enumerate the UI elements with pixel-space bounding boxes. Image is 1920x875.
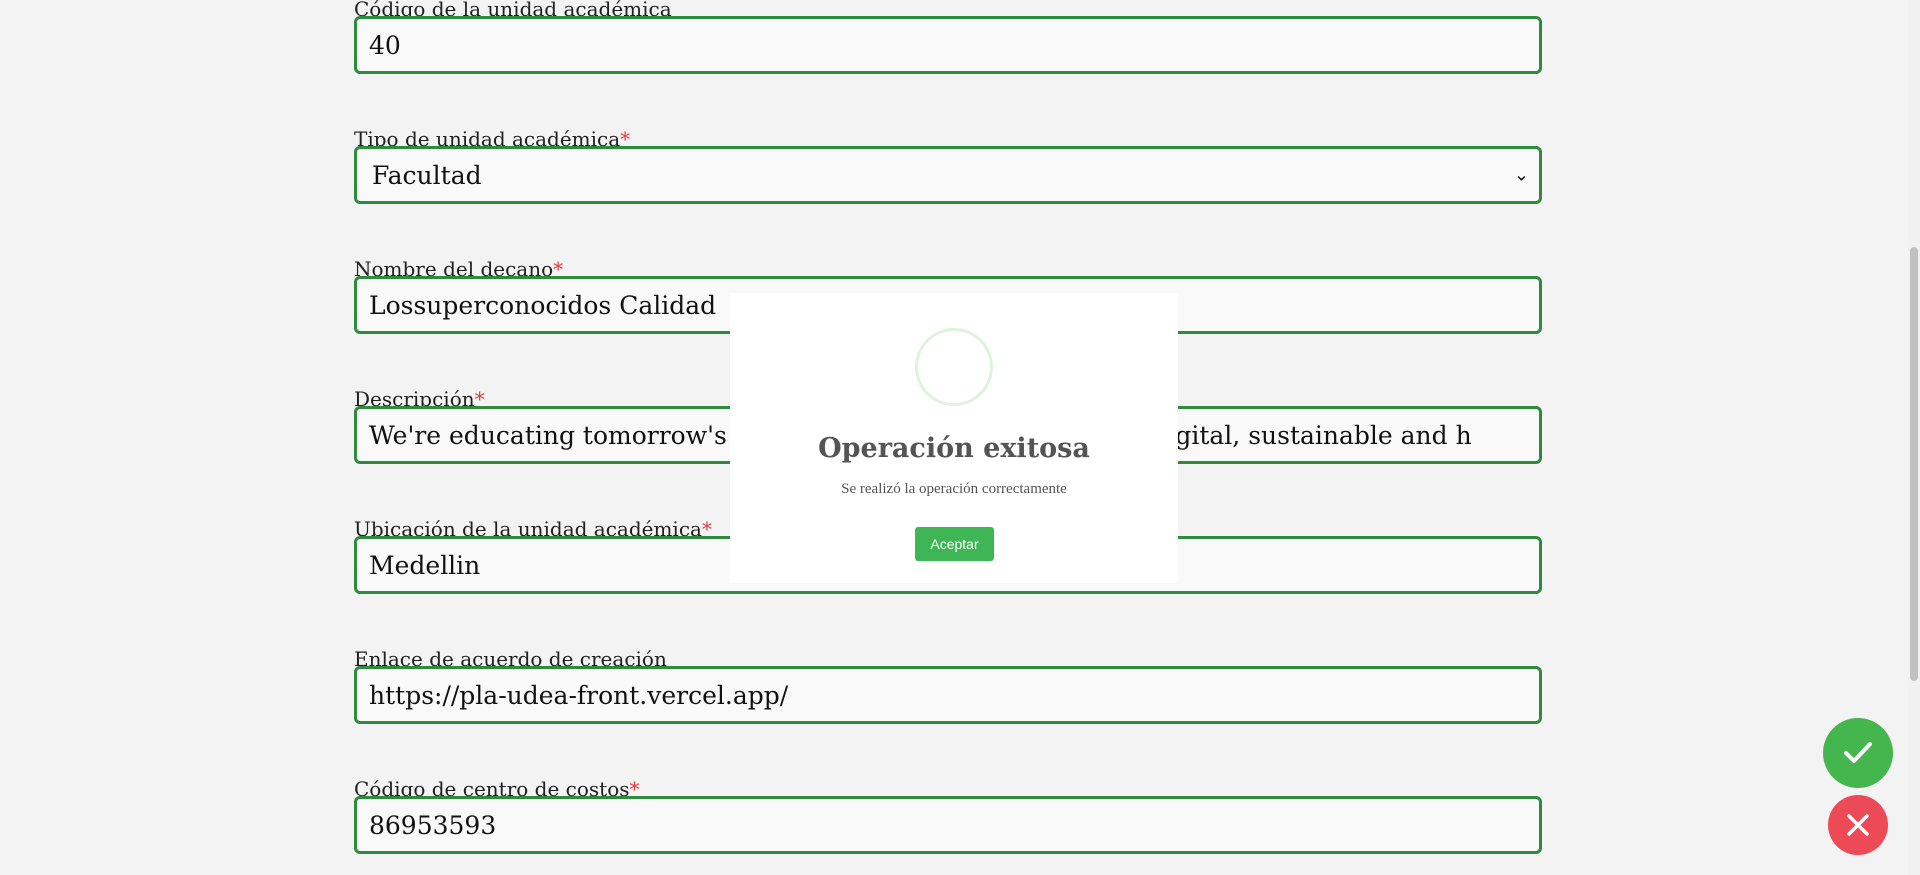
modal-title: Operación exitosa <box>818 433 1090 464</box>
confirm-button[interactable] <box>1823 718 1893 788</box>
close-icon <box>1847 814 1869 836</box>
scrollbar-track[interactable] <box>1908 0 1920 875</box>
accept-button[interactable]: Aceptar <box>915 527 994 561</box>
check-icon <box>1844 742 1872 763</box>
success-circle-icon <box>915 328 993 406</box>
field-codigo-unidad: Código de la unidad académica 40 <box>354 0 1542 100</box>
modal-message: Se realizó la operación correctamente <box>841 481 1067 497</box>
success-modal: Operación exitosa Se realizó la operació… <box>730 293 1178 583</box>
cancel-button[interactable] <box>1828 795 1888 855</box>
scrollbar-thumb[interactable] <box>1910 247 1918 681</box>
field-enlace-acuerdo: Enlace de acuerdo de creación https://pl… <box>354 620 1542 750</box>
tipo-unidad-select[interactable]: Facultad ⌄ <box>354 146 1542 204</box>
codigo-unidad-input[interactable]: 40 <box>354 16 1542 74</box>
centro-costos-input[interactable]: 86953593 <box>354 796 1542 854</box>
enlace-acuerdo-input[interactable]: https://pla-udea-front.vercel.app/ <box>354 666 1542 724</box>
chevron-down-icon: ⌄ <box>1513 164 1529 186</box>
field-tipo-unidad: Tipo de unidad académica* Facultad ⌄ <box>354 100 1542 230</box>
field-centro-costos: Código de centro de costos* 86953593 <box>354 750 1542 875</box>
